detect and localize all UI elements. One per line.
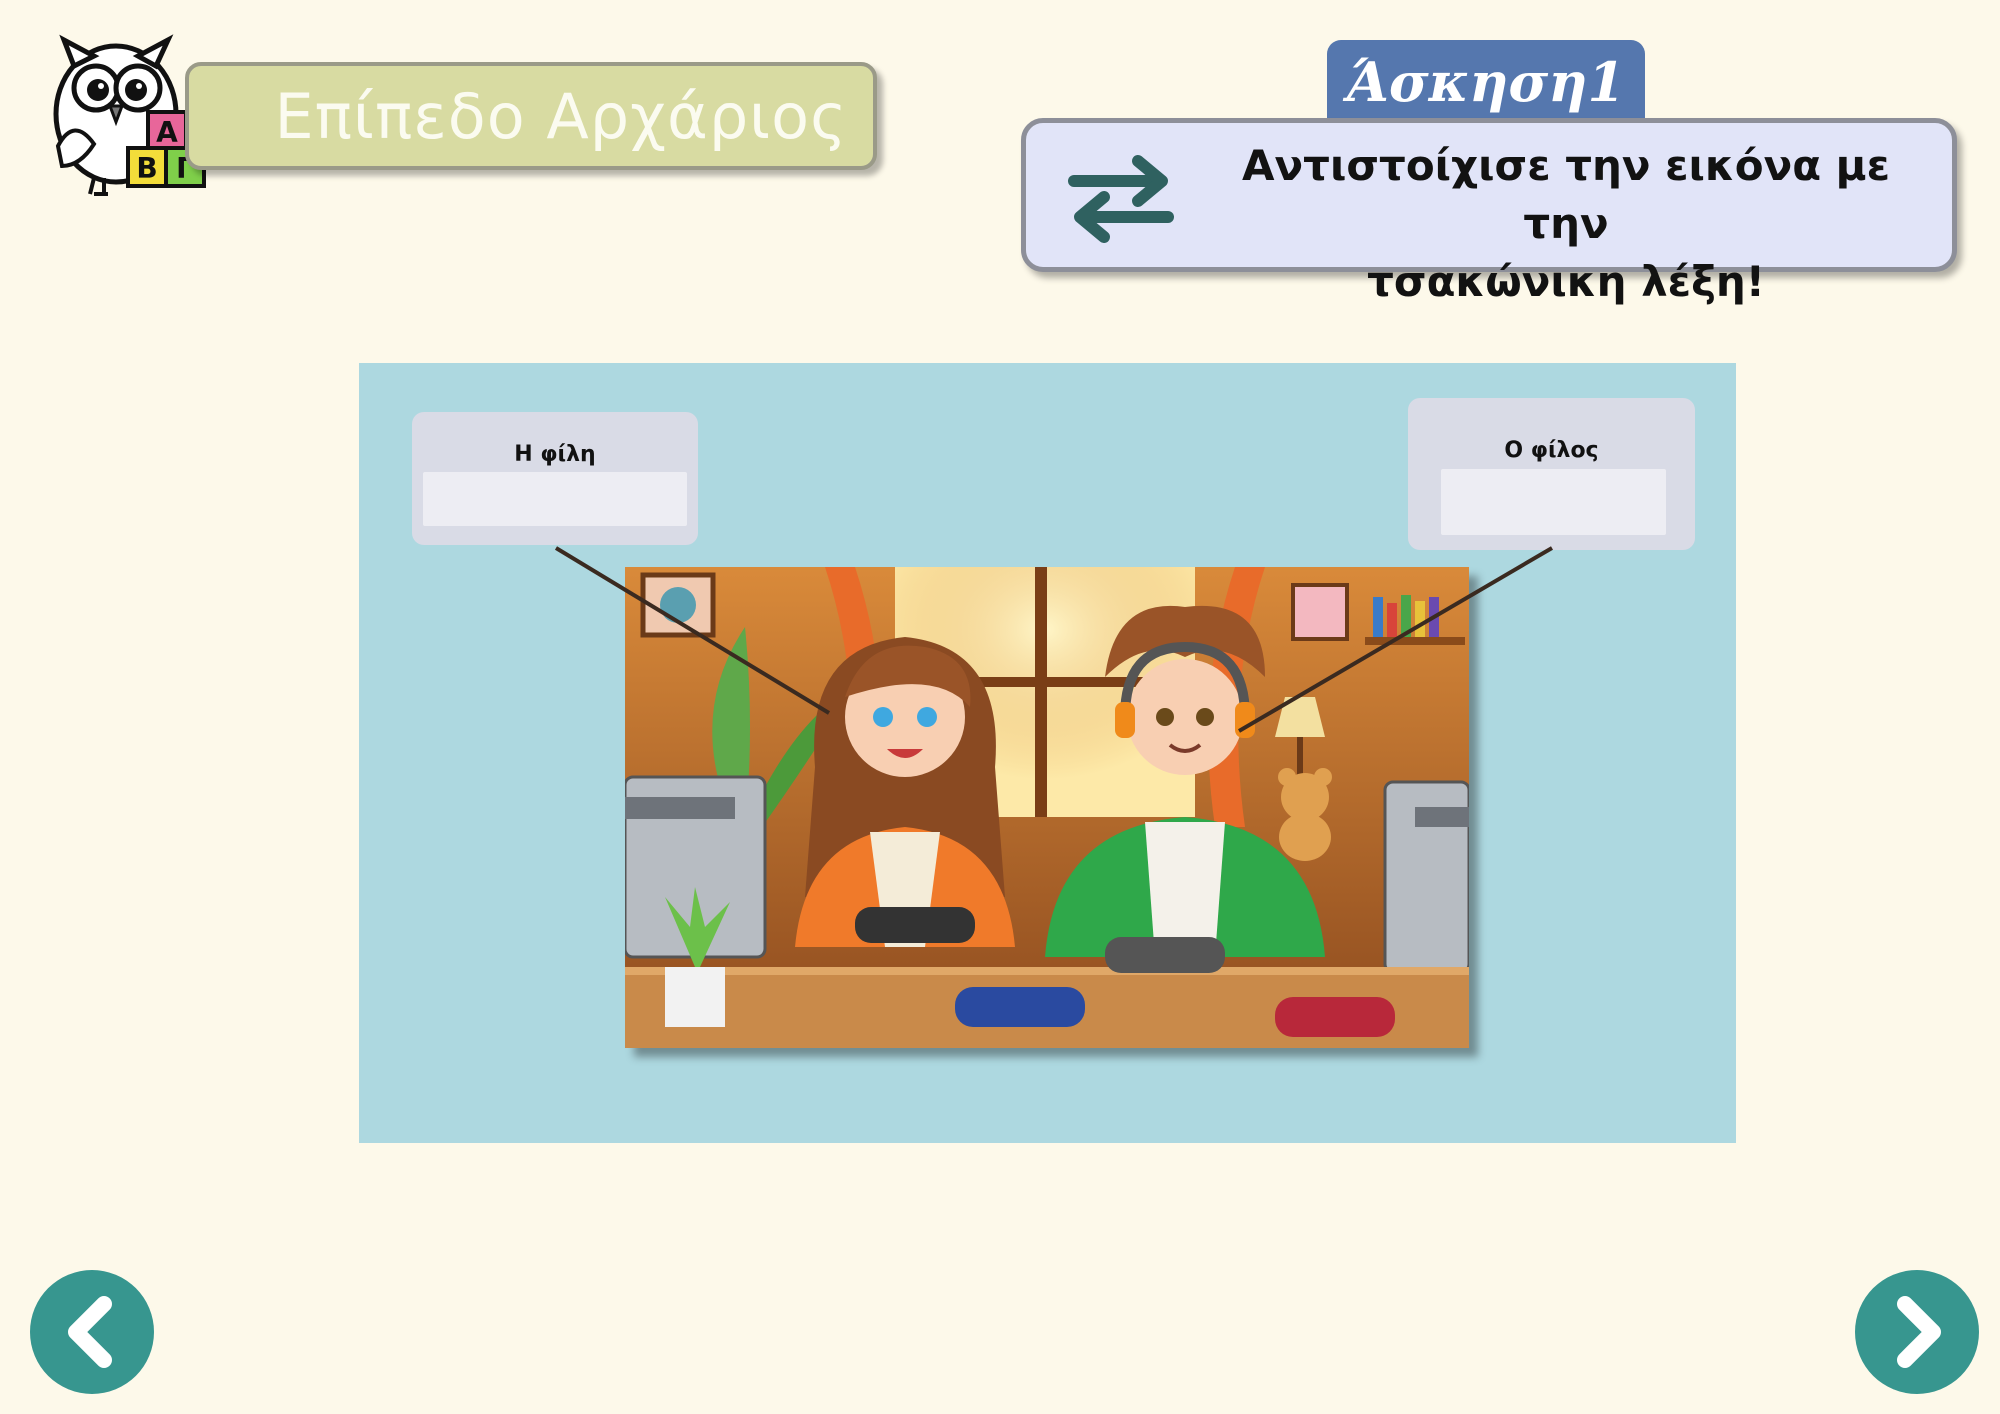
- previous-button[interactable]: [30, 1270, 154, 1394]
- word-card-boy[interactable]: Ο φίλος: [1408, 398, 1695, 550]
- chevron-left-icon: [68, 1296, 112, 1368]
- logo-letter-alpha: Α: [156, 116, 178, 149]
- word-label: Ο φίλος: [1504, 438, 1599, 463]
- instruction-line-2: τσακώνικη λέξη!: [1367, 257, 1765, 306]
- answer-drop-slot[interactable]: [423, 472, 687, 526]
- gaming-friends-illustration: [625, 567, 1469, 1048]
- answer-drop-slot[interactable]: [1441, 469, 1666, 535]
- instruction-text: Αντιστοίχισε την εικόνα με την τσακώνικη…: [1196, 137, 1936, 311]
- logo-letter-beta: Β: [136, 152, 157, 185]
- instruction-box: Αντιστοίχισε την εικόνα με την τσακώνικη…: [1021, 118, 1957, 306]
- word-card-girl[interactable]: Η φίλη: [412, 412, 698, 545]
- exercise-label: Άσκηση1: [1327, 40, 1645, 124]
- level-title: Επίπεδο Αρχάριος: [274, 79, 848, 153]
- activity-panel: Η φίλη Ο φίλος: [359, 363, 1736, 1143]
- word-label: Η φίλη: [514, 442, 596, 467]
- chevron-right-icon: [1897, 1296, 1941, 1368]
- swap-arrows-icon: [1066, 153, 1176, 243]
- instruction-line-1: Αντιστοίχισε την εικόνα με την: [1242, 141, 1890, 248]
- level-banner: Επίπεδο Αρχάριος: [185, 62, 877, 170]
- next-button[interactable]: [1855, 1270, 1979, 1394]
